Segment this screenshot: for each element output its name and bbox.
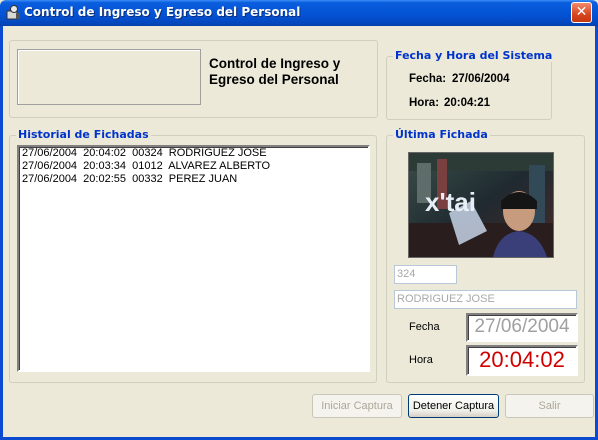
stop-capture-button[interactable]: Detener Captura [408, 394, 499, 418]
history-legend: Historial de Fichadas [16, 128, 151, 141]
last-punch-legend: Última Fichada [393, 128, 490, 141]
start-capture-button[interactable]: Iniciar Captura [312, 394, 402, 418]
system-time-label: Hora: [409, 97, 440, 109]
close-icon: ✕ [575, 4, 588, 20]
last-time-display: 20:04:02 [466, 345, 578, 376]
history-listbox[interactable]: 27/06/2004 20:04:02 00324 RODRIGUEZ JOSE… [17, 145, 370, 372]
photo-text: x'tai [425, 187, 476, 217]
last-date-display: 27/06/2004 [466, 313, 578, 342]
system-datetime-legend: Fecha y Hora del Sistema [393, 49, 555, 62]
last-date-label: Fecha [409, 321, 440, 333]
employee-name-field[interactable]: RODRIGUEZ JOSE [394, 290, 577, 309]
system-date-value: 27/06/2004 [452, 73, 510, 85]
list-item[interactable]: 27/06/2004 20:02:55 00332 PEREZ JUAN [19, 173, 368, 186]
header-title: Control de Ingreso y Egreso del Personal [209, 56, 341, 87]
exit-button[interactable]: Salir [505, 394, 594, 418]
window-title: Control de Ingreso y Egreso del Personal [24, 5, 301, 19]
employee-photo: x'tai [408, 152, 554, 258]
list-item[interactable]: 27/06/2004 20:04:02 00324 RODRIGUEZ JOSE [19, 147, 368, 160]
last-time-label: Hora [409, 354, 433, 366]
close-button[interactable]: ✕ [571, 2, 592, 23]
system-date-label: Fecha: [409, 73, 447, 85]
app-icon [5, 4, 22, 21]
employee-number-field[interactable]: 324 [394, 265, 457, 284]
system-datetime-group: Fecha y Hora del Sistema [386, 49, 555, 120]
system-time-value: 20:04:21 [444, 97, 491, 109]
list-item[interactable]: 27/06/2004 20:03:34 01012 ALVAREZ ALBERT… [19, 160, 368, 173]
logo-placeholder [17, 49, 201, 105]
